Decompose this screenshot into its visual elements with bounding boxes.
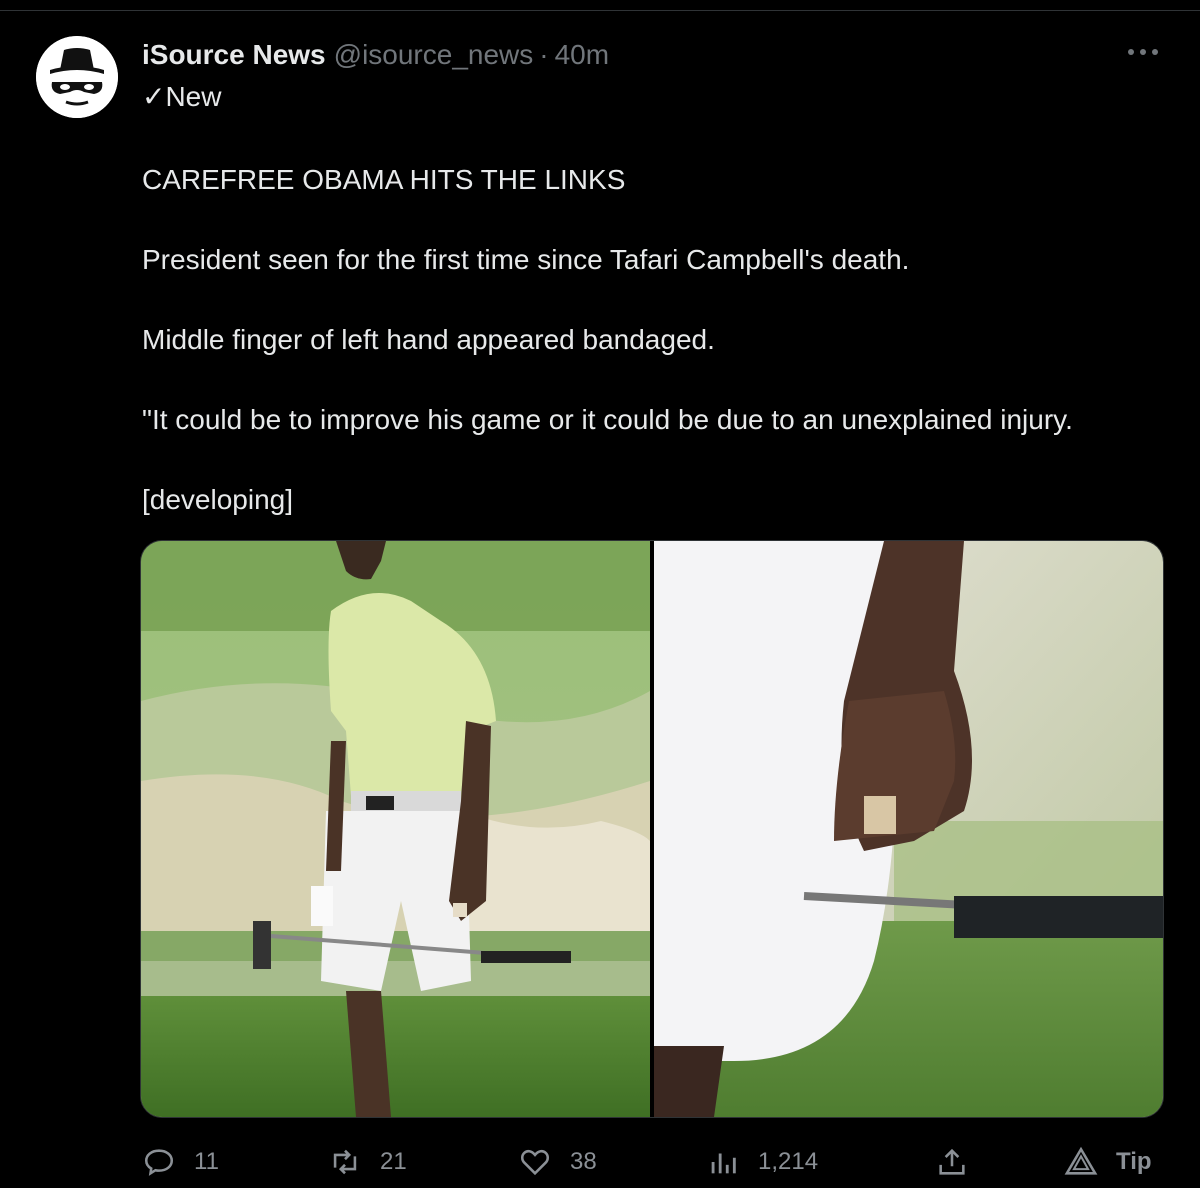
views-bar-chart-icon [711,1153,736,1174]
user-badge: ✓New [142,81,222,112]
tweet-text: CAREFREE OBAMA HITS THE LINKS President … [142,160,1182,560]
tweet-header: iSource News @isource_news · 40m [142,36,609,74]
photo-golfer-walking[interactable] [141,541,650,1117]
media-grid [140,540,1164,1118]
incognito-avatar-icon [36,36,118,118]
header-separator: · [539,39,549,70]
share-button[interactable] [935,1140,987,1184]
heart-icon [520,1149,550,1176]
golfer-photo-image [141,541,650,1117]
avatar[interactable] [36,36,118,118]
tweet-line: President seen for the first time since … [142,244,910,275]
hand-closeup-image [654,541,1163,1117]
tweet-actions: 11 21 38 1,214 Tip [140,1140,1162,1184]
reply-button[interactable]: 11 [142,1140,219,1184]
tip-triangle-icon [1064,1146,1098,1175]
like-count: 38 [570,1148,597,1175]
more-dots-icon [1128,49,1158,55]
user-handle[interactable]: @isource_news [334,39,534,71]
display-name[interactable]: iSource News [142,39,326,71]
like-button[interactable]: 38 [518,1140,597,1184]
top-border [0,0,1200,11]
retweet-count: 21 [380,1148,407,1175]
tweet-headline: CAREFREE OBAMA HITS THE LINKS [142,164,626,195]
retweet-button[interactable]: 21 [328,1140,407,1184]
reply-bubble-icon [144,1149,174,1176]
retweet-icon [333,1149,357,1175]
timestamp[interactable]: 40m [555,39,609,71]
photo-hand-closeup[interactable] [654,541,1163,1117]
more-options-button[interactable] [1120,36,1166,76]
reply-count: 11 [194,1148,219,1175]
tip-button[interactable]: Tip [1064,1140,1152,1184]
tweet-line: "It could be to improve his game or it c… [142,404,1073,435]
tweet-line: Middle finger of left hand appeared band… [142,324,715,355]
tweet-line: [developing] [142,484,294,515]
share-upload-icon [939,1148,965,1175]
views-button[interactable]: 1,214 [706,1140,818,1184]
views-count: 1,214 [758,1148,819,1175]
tip-label: Tip [1116,1148,1152,1175]
